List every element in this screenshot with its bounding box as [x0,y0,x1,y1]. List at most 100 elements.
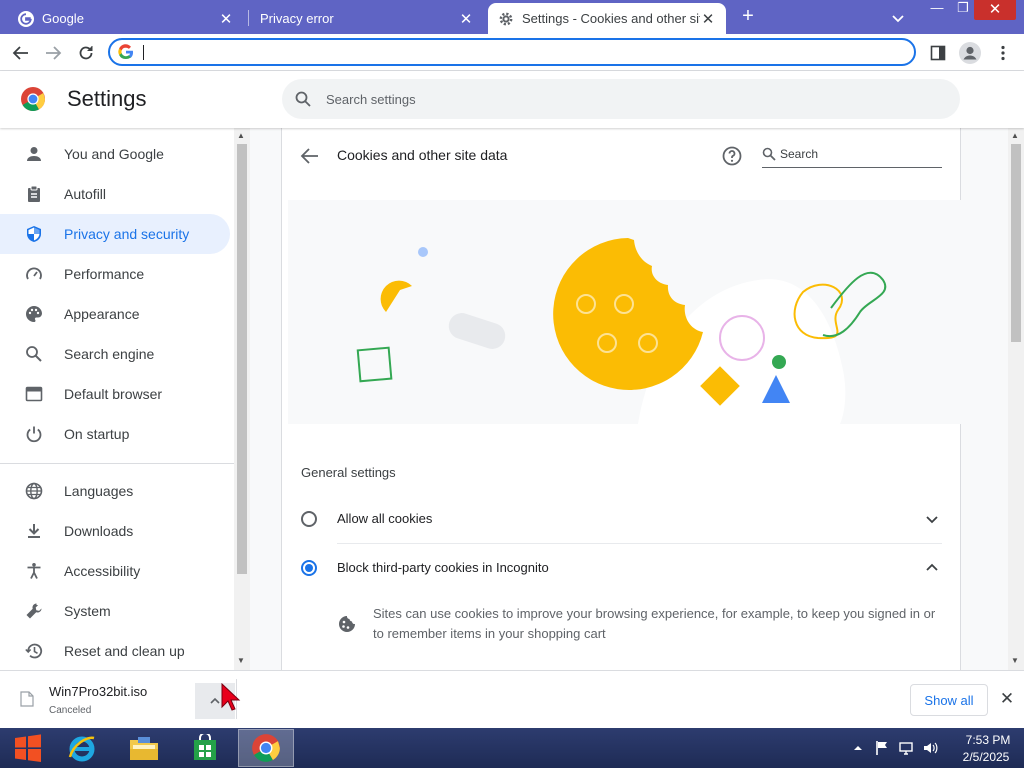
sidebar-item-reset-and-clean-up[interactable]: Reset and clean up [0,631,230,670]
page-title: Settings [67,86,147,111]
tab-close-icon[interactable]: ✕ [218,10,234,28]
settings-main: Cookies and other site data General [250,128,1008,670]
new-tab-button[interactable]: + [736,5,760,29]
reload-button[interactable] [73,40,99,66]
scroll-up-arrow-icon[interactable]: ▲ [1011,131,1019,140]
maximize-button[interactable]: ❐ [952,0,974,22]
back-arrow-icon[interactable] [298,144,322,168]
sidebar-item-downloads[interactable]: Downloads [0,511,230,551]
sidebar-item-autofill[interactable]: Autofill [0,174,230,214]
chevron-down-icon[interactable] [888,8,908,28]
sidebar-item-label: Autofill [64,186,107,202]
palette-icon [24,304,44,324]
main-scrollbar[interactable]: ▲ ▼ [1008,128,1024,670]
taskbar-windows-store[interactable] [177,729,233,767]
option-block-third-party-incognito[interactable]: Block third-party cookies in Incognito [282,544,962,592]
speedometer-icon [24,264,44,284]
sidebar-item-system[interactable]: System [0,591,230,631]
chevron-up-icon[interactable] [922,558,942,578]
gear-icon [499,12,513,25]
windows-store-icon [194,734,216,760]
radio-button-selected[interactable] [301,560,317,576]
sidebar-item-label: Downloads [64,523,134,539]
scroll-down-arrow-icon[interactable]: ▼ [1011,656,1019,665]
sidebar-item-label: Accessibility [64,563,141,579]
action-center-flag-icon[interactable] [874,740,890,756]
sidebar-item-you-and-google[interactable]: You and Google [0,134,230,174]
search-icon [762,147,776,161]
avatar-icon [959,42,981,64]
cookies-illustration [288,200,962,424]
chevron-down-icon[interactable] [922,509,942,529]
cookie-search-input[interactable] [780,145,930,163]
settings-search-input[interactable] [326,89,926,109]
chrome-icon [252,734,280,762]
option-label: Block third-party cookies in Incognito [337,560,549,575]
close-window-button[interactable]: ✕ [974,0,1016,20]
tab-close-icon[interactable]: ✕ [458,10,474,28]
scroll-up-arrow-icon[interactable]: ▲ [237,131,245,140]
browser-window-icon [24,384,44,404]
profile-button[interactable] [957,40,983,66]
taskbar-file-explorer[interactable] [116,729,172,767]
arrow-left-icon [12,46,28,60]
show-hidden-icons-icon[interactable] [850,740,866,756]
scroll-down-arrow-icon[interactable]: ▼ [237,656,245,665]
side-panel-button[interactable] [925,40,951,66]
sidebar-item-appearance[interactable]: Appearance [0,294,230,334]
section-title: Cookies and other site data [337,147,508,163]
help-icon[interactable] [720,144,744,168]
tab-google[interactable]: Google ✕ [8,3,244,34]
sidebar-item-accessibility[interactable]: Accessibility [0,551,230,591]
network-icon[interactable] [898,740,914,756]
sidebar-item-on-startup[interactable]: On startup [0,414,230,454]
windows-start-icon [15,734,41,762]
sidebar-scrollbar[interactable]: ▲ ▼ [234,128,250,670]
sidebar-scroll-thumb[interactable] [237,144,247,574]
address-bar[interactable] [108,38,916,66]
tab-title: Privacy error [260,11,334,26]
tab-close-icon[interactable]: ✕ [700,10,716,28]
power-icon [24,424,44,444]
close-shelf-button[interactable]: ✕ [997,690,1017,710]
menu-button[interactable] [990,40,1016,66]
address-input[interactable] [146,42,886,62]
more-vert-icon [1001,45,1005,61]
tab-settings[interactable]: Settings - Cookies and other site data ✕ [488,3,726,34]
settings-search-bar[interactable] [282,79,960,119]
volume-icon[interactable] [922,740,938,756]
download-filename[interactable]: Win7Pro32bit.iso [49,684,147,699]
cookie-icon [339,616,355,632]
main-scroll-thumb[interactable] [1011,144,1021,342]
sidebar-item-languages[interactable]: Languages [0,471,230,511]
start-button[interactable] [0,729,56,767]
sidebar-item-label: Privacy and security [64,226,190,242]
wrench-icon [24,601,44,621]
cookie-search-field[interactable] [762,142,942,168]
sidebar-item-privacy-and-security[interactable]: Privacy and security [0,214,230,254]
history-icon [24,641,44,661]
sidebar-item-search-engine[interactable]: Search engine [0,334,230,374]
sidebar-item-performance[interactable]: Performance [0,254,230,294]
tab-privacy-error[interactable]: Privacy error ✕ [250,3,484,34]
download-icon [24,521,44,541]
google-g-icon [118,44,134,60]
internet-explorer-icon [68,736,95,762]
taskbar-internet-explorer[interactable] [54,729,110,767]
text-caret [143,45,144,60]
taskbar-chrome[interactable] [238,729,294,767]
clock-date[interactable]: 2/5/2025 [956,750,1016,764]
forward-button[interactable] [40,40,66,66]
show-all-button[interactable]: Show all [910,684,988,716]
back-button[interactable] [8,40,34,66]
radio-button[interactable] [301,511,317,527]
sidebar-item-default-browser[interactable]: Default browser [0,374,230,414]
option-allow-all-cookies[interactable]: Allow all cookies [282,495,962,543]
sidebar-item-label: System [64,603,111,619]
file-icon [20,691,34,707]
settings-header: Settings [0,71,1024,128]
clock-time[interactable]: 7:53 PM [960,733,1016,747]
tab-separator [248,10,249,26]
sidebar-item-label: Languages [64,483,134,499]
minimize-button[interactable]: — [922,0,952,22]
